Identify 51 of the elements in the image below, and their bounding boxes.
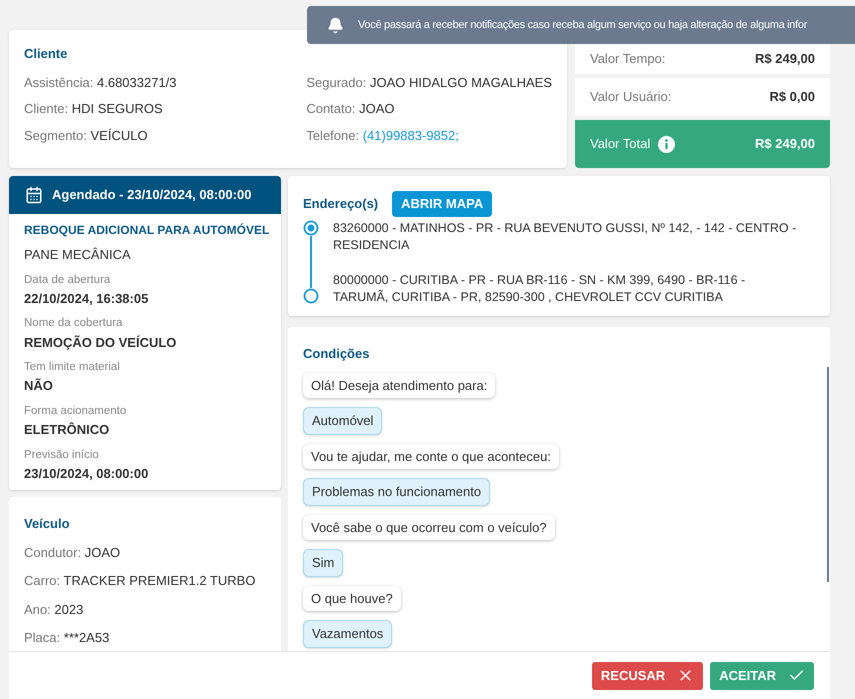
answer-bubble: Problemas no funcionamento	[303, 478, 490, 506]
price-value: R$ 249,00	[755, 50, 815, 68]
problem-text: PANE MECÂNICA	[24, 246, 132, 264]
price-value: R$ 0,00	[769, 88, 815, 106]
info-field: Cliente: HDI SEGUROS	[24, 99, 306, 118]
price-label: Valor Usuário:	[590, 88, 672, 106]
accept-button[interactable]: ACEITAR	[710, 662, 814, 690]
info-field: Segmento: VEÍCULO	[24, 126, 306, 145]
answer-bubble: Sim	[303, 549, 344, 576]
address-text: 83260000 - MATINHOS - PR - RUA BEVENUTO GUSSI, Nº 142, - 142 - CENTRO - RESIDENCIA	[333, 220, 798, 254]
detail-value: 22/10/2024, 16:38:05	[24, 290, 150, 308]
question-bubble: Você sabe o que ocorreu com o veículo?	[303, 514, 555, 540]
price-label: Valor Tempo:	[590, 50, 666, 68]
info-field: Segurado: JOAO HIDALGO MAGALHAES	[306, 72, 552, 92]
detail-label: Previsão início	[24, 448, 100, 462]
info-field: Assistência: 4.68033271/3	[24, 72, 306, 92]
info-field: Telefone: (41)99883-9852;	[306, 126, 552, 145]
detail-value: REMOÇÃO DO VEÍCULO	[24, 334, 178, 352]
info-field: Ano: 2023	[24, 600, 266, 619]
calendar-icon	[25, 186, 43, 204]
detail-value: 23/10/2024, 08:00:00	[24, 464, 150, 483]
answer-bubble: Automóvel	[303, 407, 382, 434]
price-label: Valor Total	[590, 135, 650, 154]
detail-value: ELETRÔNICO	[24, 421, 110, 439]
detail-label: Nome da cobertura	[24, 316, 124, 332]
reject-button[interactable]: RECUSAR	[592, 662, 704, 690]
bell-icon	[327, 16, 344, 34]
question-bubble: O que houve?	[303, 586, 401, 611]
info-icon	[658, 136, 676, 152]
scrollbar[interactable]	[827, 367, 829, 582]
open-map-button[interactable]: ABRIR MAPA	[392, 191, 492, 217]
section-title: Veículo	[24, 515, 71, 533]
toast-text: Você passará a receber notificações caso receba algum serviço ou haja alteração de alguma infor	[358, 18, 808, 33]
question-bubble: Olá! Deseja atendimento para:	[303, 372, 496, 398]
info-field: Contato: JOAO	[306, 99, 552, 118]
section-title: Endereço(s)	[303, 195, 378, 214]
phone-link[interactable]: (41)99883-9852;	[362, 128, 459, 142]
detail-label: Forma acionamento	[24, 404, 128, 419]
info-field: Condutor: JOAO	[24, 542, 266, 562]
section-title: Condições	[303, 345, 370, 363]
section-title: Cliente	[24, 45, 68, 63]
answer-bubble: Vazamentos	[303, 620, 392, 648]
address-text: 80000000 - CURITIBA - PR - RUA BR-116 - SN - KM 399, 6490 - BR-116 - TARUMÃ, CURITIBA - PR, 82590-300 , CHEVROLET CCV CURITIBA	[333, 272, 746, 306]
detail-value: NÃO	[24, 377, 54, 396]
detail-label: Tem limite material	[24, 360, 121, 375]
schedule-title: Agendado - 23/10/2024, 08:00:00	[52, 186, 252, 204]
detail-label: Data de abertura	[24, 272, 112, 288]
info-field: Placa: ***2A53	[24, 628, 266, 648]
question-bubble: Vou te ajudar, me conte o que aconteceu:	[303, 444, 559, 469]
info-field: Carro: TRACKER PREMIER1.2 TURBO	[24, 571, 266, 590]
price-value: R$ 249,00	[755, 135, 815, 154]
